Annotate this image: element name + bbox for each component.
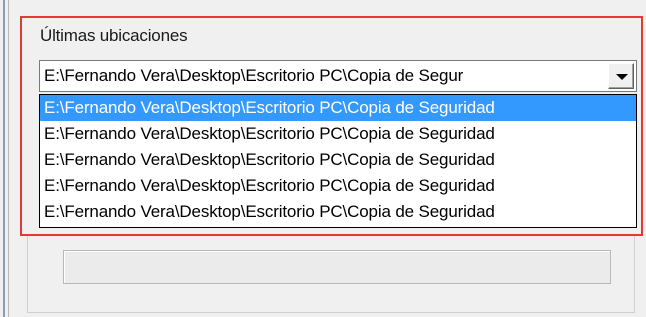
window-edge xyxy=(0,0,9,317)
recent-locations-label: Últimas ubicaciones xyxy=(40,26,188,45)
dropdown-button[interactable] xyxy=(608,63,634,89)
combobox-value: E:\Fernando Vera\Desktop\Escritorio PC\C… xyxy=(44,66,464,85)
dropdown-item[interactable]: E:\Fernando Vera\Desktop\Escritorio PC\C… xyxy=(40,95,636,121)
recent-locations-dropdown-list: E:\Fernando Vera\Desktop\Escritorio PC\C… xyxy=(39,94,637,228)
progress-bar xyxy=(63,250,611,284)
chevron-down-icon xyxy=(616,74,628,80)
window-edge-line xyxy=(3,0,5,317)
dialog-window: Últimas ubicaciones E:\Fernando Vera\Des… xyxy=(0,0,646,317)
dropdown-item[interactable]: E:\Fernando Vera\Desktop\Escritorio PC\C… xyxy=(40,147,636,173)
recent-locations-combobox[interactable]: E:\Fernando Vera\Desktop\Escritorio PC\C… xyxy=(39,60,637,92)
dropdown-item[interactable]: E:\Fernando Vera\Desktop\Escritorio PC\C… xyxy=(40,173,636,199)
dropdown-item[interactable]: E:\Fernando Vera\Desktop\Escritorio PC\C… xyxy=(40,121,636,147)
dropdown-item[interactable]: E:\Fernando Vera\Desktop\Escritorio PC\C… xyxy=(40,199,636,225)
